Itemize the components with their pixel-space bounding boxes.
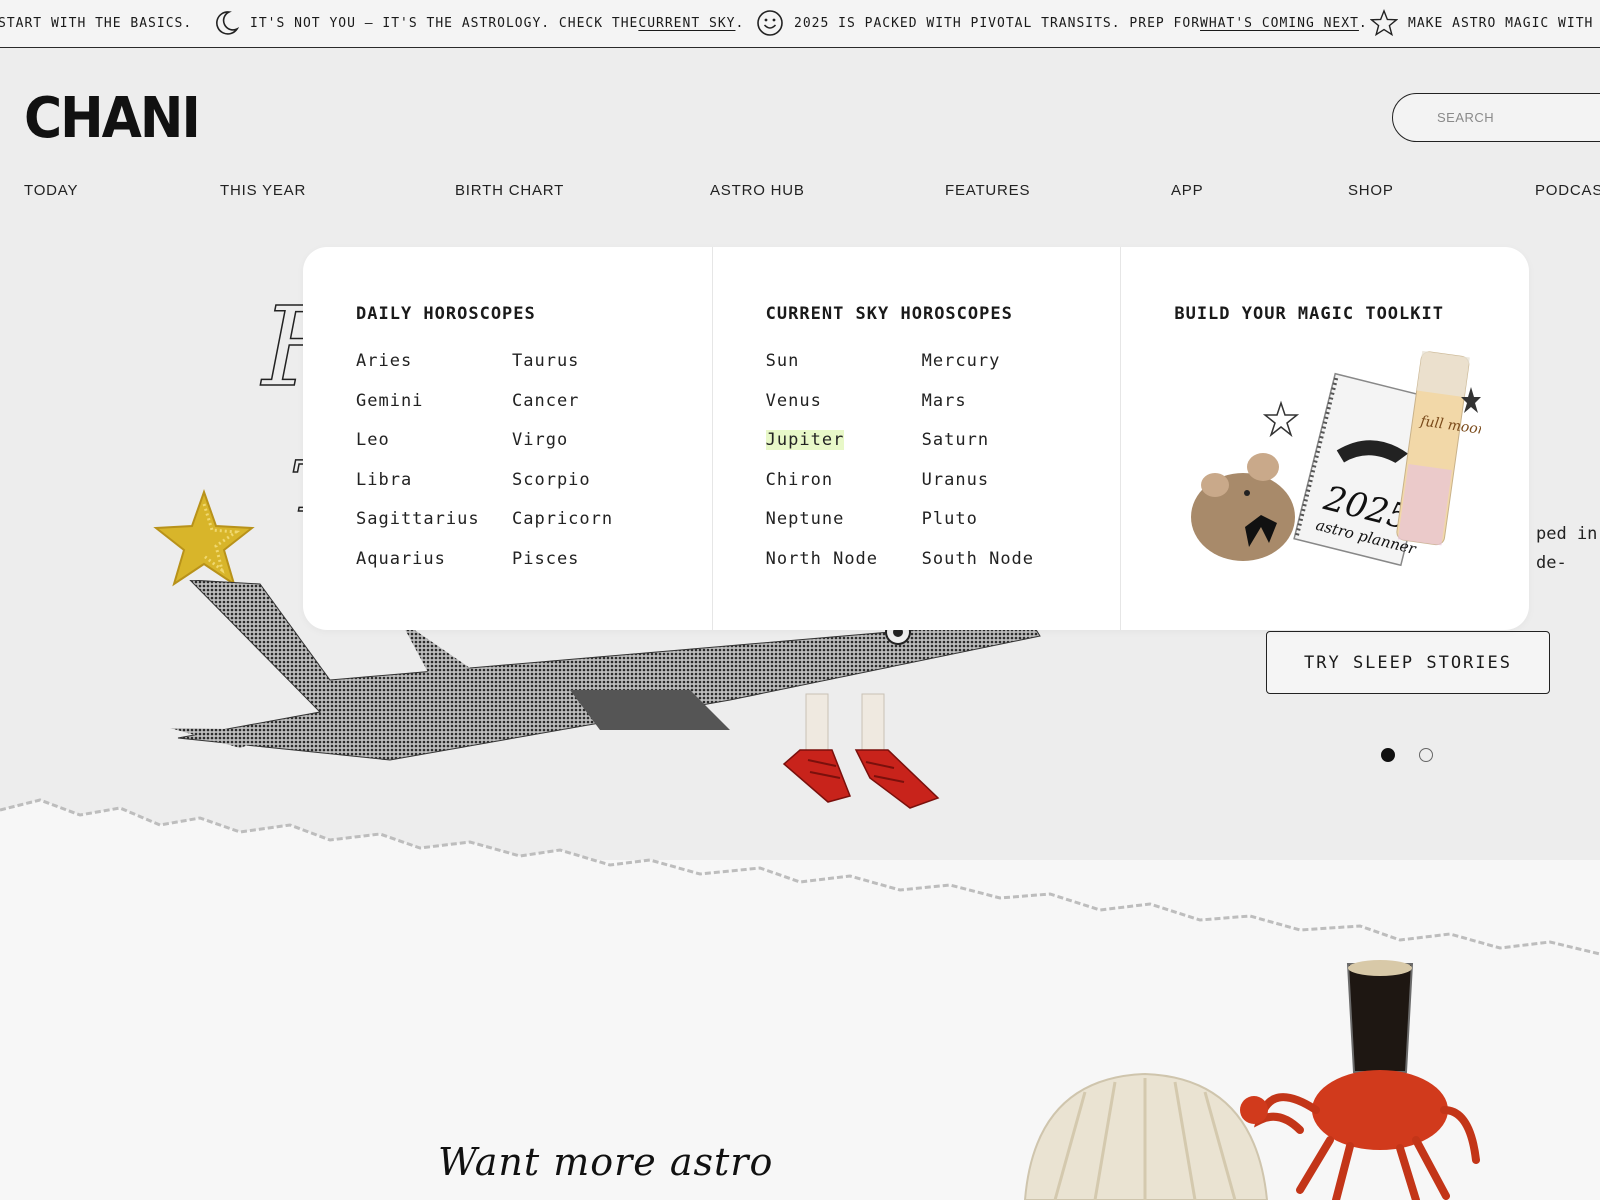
hero-description-line: ped in	[1536, 524, 1598, 544]
link-pluto[interactable]: Pluto	[922, 509, 1078, 530]
link-chiron[interactable]: Chiron	[766, 470, 922, 491]
carousel-dots	[1381, 748, 1433, 762]
marquee-item-current-sky: IT'S NOT YOU — IT'S THE ASTROLOGY. CHECK…	[212, 0, 744, 46]
link-uranus[interactable]: Uranus	[922, 470, 1078, 491]
daily-horoscopes-column: DAILY HOROSCOPES Aries Taurus Gemini Can…	[303, 247, 712, 630]
current-sky-list: Sun Mercury Venus Mars Jupiter Saturn Ch…	[765, 351, 1078, 570]
link-sun[interactable]: Sun	[766, 351, 922, 372]
link-cancer[interactable]: Cancer	[512, 391, 668, 412]
link-south-node[interactable]: South Node	[922, 549, 1078, 570]
marquee-text: 2025 IS PACKED WITH PIVOTAL TRANSITS. PR…	[794, 15, 1201, 31]
whats-coming-next-link[interactable]: WHAT'S COMING NEXT	[1200, 16, 1359, 31]
gold-star-image	[153, 488, 255, 587]
carousel-dot-2[interactable]	[1419, 748, 1433, 762]
link-jupiter[interactable]: Jupiter	[765, 430, 922, 451]
crescent-moon-icon	[212, 9, 240, 37]
search-input[interactable]	[1437, 110, 1600, 125]
marquee-item-basics: START WITH THE BASICS.	[0, 0, 192, 46]
main-nav: TODAY THIS YEAR BIRTH CHART ASTRO HUB FE…	[0, 180, 1600, 204]
marquee-text: IT'S NOT YOU — IT'S THE ASTROLOGY. CHECK…	[250, 15, 639, 31]
seashell-image	[1023, 1072, 1269, 1200]
nav-item-astro-hub[interactable]: ASTRO HUB	[710, 182, 805, 199]
link-jupiter-label: Jupiter	[765, 430, 845, 451]
nav-item-app[interactable]: APP	[1171, 182, 1203, 199]
daily-horoscopes-list: Aries Taurus Gemini Cancer Leo Virgo Lib…	[356, 351, 668, 570]
marquee-punct: .	[1358, 15, 1368, 31]
link-mars[interactable]: Mars	[922, 391, 1078, 412]
marquee-text: MAKE ASTRO MAGIC WITH T	[1408, 15, 1600, 31]
link-mercury[interactable]: Mercury	[922, 351, 1078, 372]
star-outline-icon	[1370, 8, 1398, 37]
full-moon-candle-image: full moon	[1396, 350, 1481, 546]
magic-toolkit-heading: BUILD YOUR MAGIC TOOLKIT	[1174, 304, 1444, 324]
star-outline-icon	[1263, 400, 1300, 438]
nav-item-birth-chart[interactable]: BIRTH CHART	[455, 182, 564, 199]
link-capricorn[interactable]: Capricorn	[512, 509, 668, 530]
want-more-headline: Want more astro	[438, 1140, 774, 1184]
red-shoes-image	[782, 693, 940, 809]
current-sky-heading: CURRENT SKY HOROSCOPES	[765, 304, 1013, 324]
link-taurus[interactable]: Taurus	[512, 351, 668, 372]
nav-item-shop[interactable]: SHOP	[1348, 182, 1394, 199]
magic-toolkit-column: BUILD YOUR MAGIC TOOLKIT 2025 astro plan…	[1120, 247, 1529, 630]
link-gemini[interactable]: Gemini	[356, 391, 512, 412]
smiley-icon	[756, 9, 784, 37]
link-sagittarius[interactable]: Sagittarius	[356, 509, 512, 530]
nav-item-features[interactable]: FEATURES	[945, 182, 1030, 199]
nav-item-podcast[interactable]: PODCAST	[1535, 182, 1600, 199]
hero-description-line: de-	[1536, 553, 1567, 573]
marquee-punct: .	[735, 15, 745, 31]
carousel-dot-1[interactable]	[1381, 748, 1395, 762]
nav-item-this-year[interactable]: THIS YEAR	[220, 182, 306, 199]
link-venus[interactable]: Venus	[766, 391, 922, 412]
magic-toolkit-image[interactable]: 2025 astro planner full moon	[1181, 347, 1482, 579]
link-libra[interactable]: Libra	[356, 470, 512, 491]
try-sleep-stories-button[interactable]: TRY SLEEP STORIES	[1266, 631, 1550, 694]
link-saturn[interactable]: Saturn	[922, 430, 1078, 451]
link-aquarius[interactable]: Aquarius	[356, 549, 512, 570]
link-virgo[interactable]: Virgo	[512, 430, 668, 451]
hero-description: ped in de-	[1536, 520, 1600, 578]
horoscopes-dropdown: DAILY HOROSCOPES Aries Taurus Gemini Can…	[303, 247, 1529, 630]
daily-horoscopes-heading: DAILY HOROSCOPES	[356, 304, 536, 324]
marquee-text: START WITH THE BASICS.	[0, 15, 193, 31]
search-box[interactable]	[1392, 93, 1600, 142]
chani-logo[interactable]: CHANI	[24, 86, 201, 151]
nav-item-today[interactable]: TODAY	[24, 182, 78, 199]
crab-with-glass-image	[1240, 960, 1480, 1200]
link-neptune[interactable]: Neptune	[766, 509, 922, 530]
link-pisces[interactable]: Pisces	[512, 549, 668, 570]
link-north-node[interactable]: North Node	[766, 549, 922, 570]
marquee-item-magic: MAKE ASTRO MAGIC WITH T	[1370, 0, 1600, 46]
link-scorpio[interactable]: Scorpio	[512, 470, 668, 491]
announcement-marquee: START WITH THE BASICS. IT'S NOT YOU — IT…	[0, 0, 1600, 48]
link-aries[interactable]: Aries	[356, 351, 512, 372]
link-leo[interactable]: Leo	[356, 430, 512, 451]
current-sky-link[interactable]: CURRENT SKY	[638, 16, 735, 31]
marquee-item-2025: 2025 IS PACKED WITH PIVOTAL TRANSITS. PR…	[756, 0, 1368, 46]
current-sky-column: CURRENT SKY HOROSCOPES Sun Mercury Venus…	[711, 247, 1121, 630]
